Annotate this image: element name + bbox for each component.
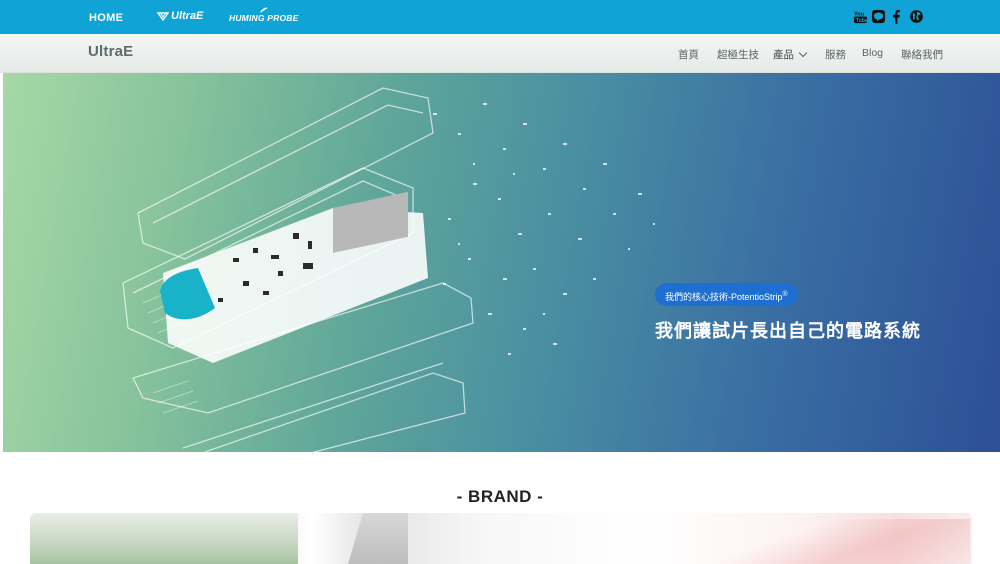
home-link[interactable]: HOME — [89, 12, 123, 24]
hero-title: 我們讓試片長出自己的電路系統 — [655, 321, 921, 341]
core-technology-badge-label: 我們的核心技術-PotentioStrip — [665, 292, 783, 302]
nav-item-contact[interactable]: 聯絡我們 — [901, 47, 943, 62]
nav-item-services[interactable]: 服務 — [825, 47, 846, 62]
ultrae-logo-icon — [157, 12, 169, 21]
brand-image-right — [720, 519, 970, 564]
youtube-icon[interactable]: You Tube — [852, 8, 868, 24]
nav-item-blog[interactable]: Blog — [862, 47, 883, 59]
particle-spray — [433, 103, 655, 355]
huming-probe-link[interactable]: HUMING PROBE — [229, 7, 299, 23]
brand-image-strip[interactable] — [30, 513, 972, 564]
nav-item-about[interactable]: 超極生技 — [717, 47, 759, 62]
chevron-down-icon — [798, 48, 808, 58]
facebook-icon[interactable] — [888, 8, 904, 24]
nav-item-products[interactable]: 產品 — [773, 47, 808, 62]
huming-probe-label: HUMING PROBE — [229, 13, 299, 23]
site-logo[interactable]: UltraE — [88, 43, 133, 60]
line-icon[interactable] — [870, 8, 886, 24]
brand-image-left — [30, 513, 298, 564]
leaf-icon — [260, 7, 268, 13]
nav-item-home[interactable]: 首頁 — [678, 47, 699, 62]
strip-base-layer — [202, 372, 466, 452]
top-utility-bar: HOME UltraE HUMING PROBE You Tube — [0, 0, 1000, 34]
brand-image-middle — [348, 513, 408, 564]
ultrae-brand-label: UltraE — [171, 10, 204, 22]
globe-icon[interactable] — [908, 8, 924, 24]
test-strip-illustration — [122, 87, 655, 452]
ultrae-brand-link[interactable]: UltraE — [157, 10, 203, 22]
core-technology-badge[interactable]: 我們的核心技術-PotentioStrip® — [655, 283, 798, 306]
svg-text:Tube: Tube — [855, 18, 867, 24]
registered-mark: ® — [782, 291, 788, 298]
main-navbar: UltraE 首頁 超極生技 產品 服務 Blog 聯絡我們 — [0, 34, 1000, 73]
nav-item-products-label: 產品 — [773, 49, 794, 61]
hero-banner: 我們的核心技術-PotentioStrip® 我們讓試片長出自己的電路系統 — [3, 73, 1000, 452]
brand-section-title: - BRAND - — [456, 487, 544, 506]
